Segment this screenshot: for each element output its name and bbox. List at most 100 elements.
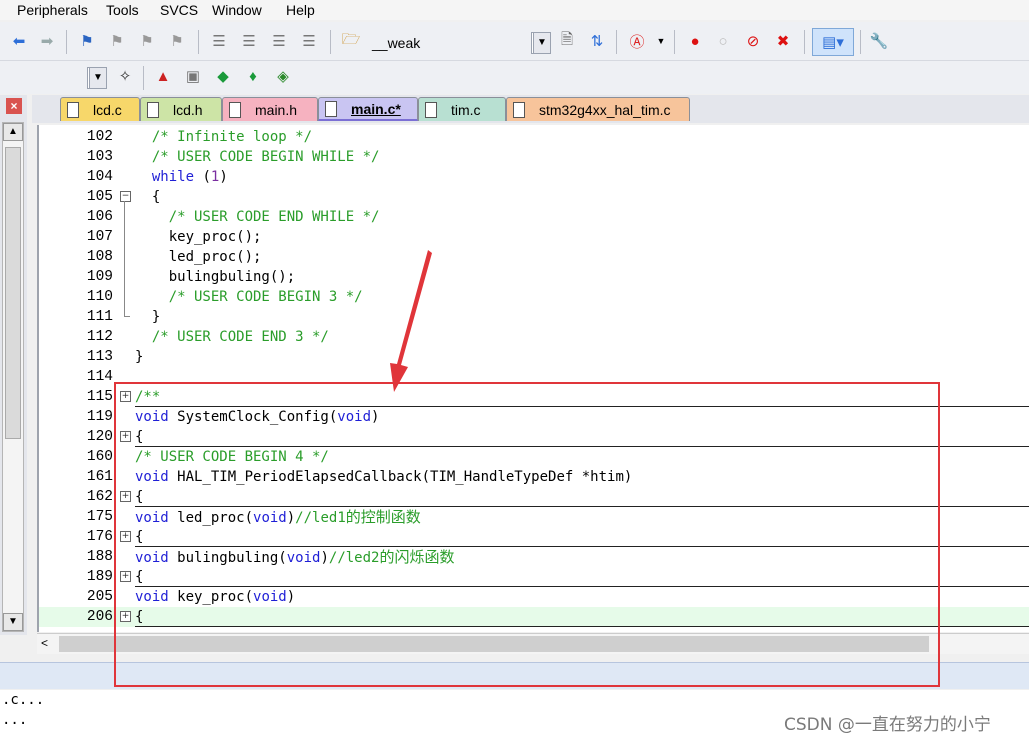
debug-icon[interactable]: Ⓐ [626,30,648,52]
line-number: 105 [86,189,113,205]
line-number: 104 [86,169,113,185]
toolbar-separator [66,30,67,54]
comment-icon[interactable]: ☰ [268,30,290,52]
toolbar-separator [860,30,861,54]
fold-collapse-icon[interactable]: − [120,191,131,202]
uncomment-icon[interactable]: ☰ [298,30,320,52]
code-line[interactable]: 110 /* USER CODE BEGIN 3 */ [39,287,1029,307]
line-number: 189 [86,569,113,585]
file-icon [513,101,525,118]
toolbar-separator [804,30,805,54]
line-number: 103 [86,149,113,165]
find-in-files-icon[interactable]: 🗁 [340,30,362,52]
code-text: /* USER CODE BEGIN WHILE */ [135,147,380,167]
scroll-down-icon[interactable]: ▼ [3,613,23,631]
scroll-left-icon[interactable]: < [41,636,48,650]
code-line[interactable]: 112 /* USER CODE END 3 */ [39,327,1029,347]
code-line[interactable]: 105− { [39,187,1029,207]
bookmark-clear-icon[interactable]: ⚑ [166,30,188,52]
chevron-down-icon[interactable]: ▼ [650,30,672,52]
editor-tabs: lcd.c lcd.h main.h main.c* tim.c stm32g4… [32,95,1029,123]
vertical-scrollbar[interactable]: ▲ ▼ [2,122,24,632]
unindent-icon[interactable]: ☰ [238,30,260,52]
build-target-dropdown[interactable]: ▼ [87,67,107,89]
bookmark-next-icon[interactable]: ⚑ [136,30,158,52]
breakpoint-kill-icon[interactable]: ✖ [772,30,794,52]
menu-tools[interactable]: Tools [106,2,139,18]
menu-svcs[interactable]: SVCS [160,2,198,18]
forward-arrow-icon[interactable]: ➡ [36,30,58,52]
code-line[interactable]: 113} [39,347,1029,367]
tab-stm32g4xx-hal-tim-c[interactable]: stm32g4xx_hal_tim.c [506,97,690,121]
code-text: } [135,347,143,367]
back-arrow-icon[interactable]: ⬅ [8,30,30,52]
chevron-down-icon: ▼ [533,33,550,53]
configure-icon[interactable]: 🔧 [868,30,890,52]
line-number: 176 [86,529,113,545]
select-packs-icon[interactable]: ▣ [182,65,204,87]
tab-lcd-h[interactable]: lcd.h [140,97,222,121]
tab-lcd-c[interactable]: lcd.c [60,97,140,121]
code-line[interactable]: 109 bulingbuling(); [39,267,1029,287]
line-number: 206 [86,609,113,625]
line-number: 175 [86,509,113,525]
line-number: 188 [86,549,113,565]
code-line[interactable]: 102 /* Infinite loop */ [39,127,1029,147]
scroll-up-icon[interactable]: ▲ [3,123,23,141]
annotation-highlight-box [114,382,940,687]
code-line[interactable]: 106 /* USER CODE END WHILE */ [39,207,1029,227]
breakpoint-icon[interactable]: ● [684,30,706,52]
line-number: 107 [86,229,113,245]
target-combo-dropdown[interactable]: ▼ [531,32,551,54]
file-icon [67,101,79,118]
code-line[interactable]: 103 /* USER CODE BEGIN WHILE */ [39,147,1029,167]
code-text: { [135,187,160,207]
options-wand-icon[interactable]: ✧ [114,65,136,87]
menu-window[interactable]: Window [212,2,262,18]
menu-help[interactable]: Help [286,2,315,18]
manage-components-icon[interactable]: ▲ [152,65,174,87]
tab-main-c[interactable]: main.c* [318,97,418,121]
line-number: 108 [86,249,113,265]
tab-main-h[interactable]: main.h [222,97,318,121]
code-token: key_proc(); [135,229,262,245]
find-icon[interactable]: 🗎 [556,30,578,52]
code-line[interactable]: 107 key_proc(); [39,227,1029,247]
target-combo-text: __weak [372,35,421,51]
chevron-down-icon: ▼ [89,68,106,88]
code-text: /* USER CODE BEGIN 3 */ [135,287,363,307]
line-number: 102 [86,129,113,145]
line-number: 160 [86,449,113,465]
breakpoint-disable-icon[interactable]: ○ [712,30,734,52]
toolbar-separator [198,30,199,54]
line-number: 120 [86,429,113,445]
code-line[interactable]: 108 led_proc(); [39,247,1029,267]
breakpoint-clear-icon[interactable]: ⊘ [742,30,764,52]
code-line[interactable]: 104 while (1) [39,167,1029,187]
fold-guide [124,201,125,317]
toolbar-main: ⬅ ➡ ⚑ ⚑ ⚑ ⚑ ☰ ☰ ☰ ☰ 🗁 __weak ▼ 🗎 ⇅ Ⓐ ▼ ●… [0,22,1029,61]
indent-icon[interactable]: ☰ [208,30,230,52]
menu-peripherals[interactable]: Peripherals [17,2,88,18]
window-layout-icon[interactable]: ▤▾ [812,28,854,56]
code-token: /* USER CODE BEGIN WHILE */ [151,149,380,165]
toolbar-separator [616,30,617,54]
line-number: 161 [86,469,113,485]
code-token: ) [219,169,228,185]
scroll-thumb[interactable] [5,147,21,439]
code-text: /* USER CODE END WHILE */ [135,207,380,227]
find-replace-icon[interactable]: ⇅ [586,30,608,52]
bookmark-icon[interactable]: ⚑ [76,30,98,52]
bookmark-prev-icon[interactable]: ⚑ [106,30,128,52]
code-token: led_proc(); [135,249,262,265]
pack-installer-icon[interactable]: ◆ [212,65,234,87]
line-number: 112 [86,329,113,345]
close-icon[interactable]: × [6,98,22,114]
tab-tim-c[interactable]: tim.c [418,97,506,121]
code-line[interactable]: 111 } [39,307,1029,327]
code-text: /* Infinite loop */ [135,127,312,147]
run-time-env-icon[interactable]: ◈ [272,65,294,87]
software-packs-icon[interactable]: ♦ [242,65,264,87]
